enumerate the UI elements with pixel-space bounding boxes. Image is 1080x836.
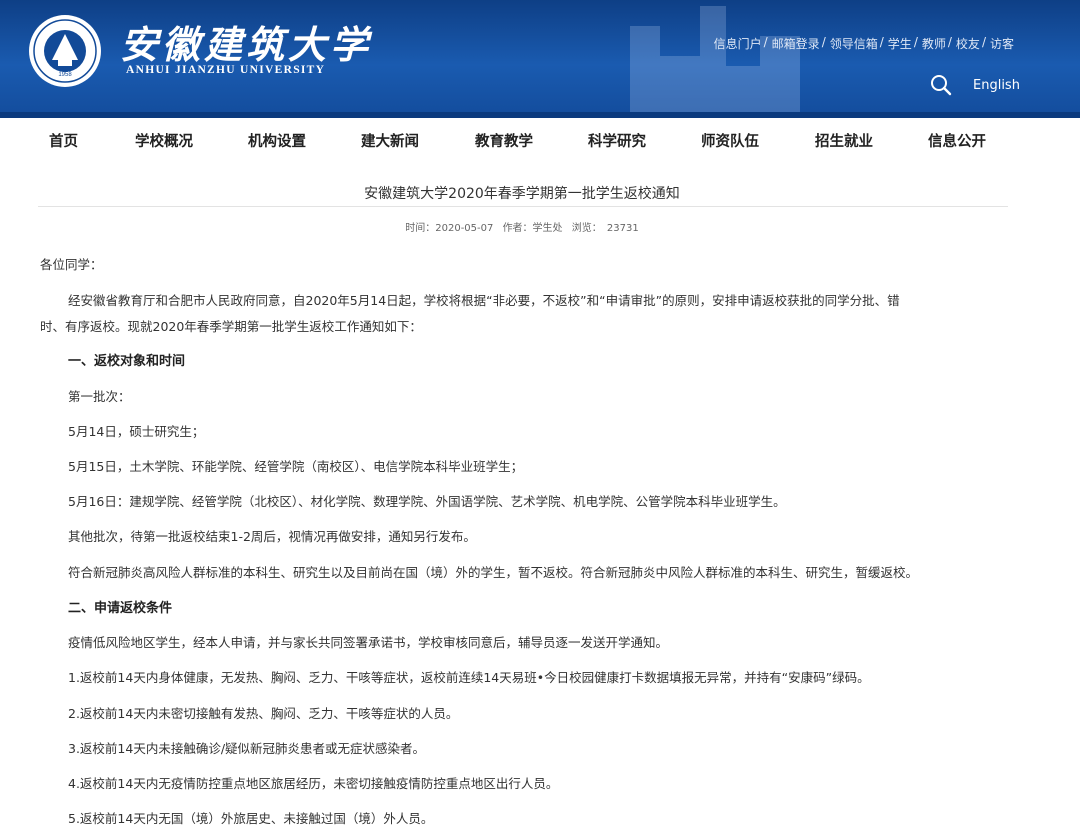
university-seal-icon[interactable]: 1958 — [28, 14, 102, 88]
nav-item-faculty[interactable]: 师资队伍 — [701, 130, 759, 151]
nav-item-public-info[interactable]: 信息公开 — [928, 130, 986, 151]
schedule-may14: 5月14日，硕士研究生； — [68, 424, 205, 439]
title-divider — [38, 206, 1008, 207]
condition-item: 2.返校前14天内未密切接触有发热、胸闷、乏力、干咳等症状的人员。 — [68, 706, 459, 721]
top-link-portal[interactable]: 信息门户 — [712, 35, 762, 52]
top-link-student[interactable]: 学生 — [886, 35, 912, 52]
section2-heading: 二、申请返校条件 — [68, 601, 173, 616]
nav-item-admissions[interactable]: 招生就业 — [815, 130, 873, 151]
nav-item-research[interactable]: 科学研究 — [588, 130, 646, 151]
search-icon[interactable] — [930, 74, 952, 96]
separator: / — [981, 35, 986, 49]
top-link-leader-mailbox[interactable]: 领导信箱 — [828, 35, 878, 52]
top-link-mail[interactable]: 邮箱登录 — [770, 35, 820, 52]
english-link[interactable]: English — [973, 78, 1020, 93]
campus-building-graphic — [630, 6, 800, 118]
nav-item-education[interactable]: 教育教学 — [475, 130, 533, 151]
site-header: 1958 安徽建筑大学 ANHUI JIANZHU UNIVERSITY 信息门… — [0, 0, 1080, 118]
top-links-bar: 信息门户 / 邮箱登录 / 领导信箱 / 学生 / 教师 / 校友 / 访客 — [712, 35, 1014, 52]
intro-paragraph-line2: 时、有序返校。现就2020年春季学期第一批学生返校工作通知如下： — [40, 319, 422, 334]
main-nav: 首页 学校概况 机构设置 建大新闻 教育教学 科学研究 师资队伍 招生就业 信息… — [0, 118, 1080, 160]
seal-year: 1958 — [58, 72, 72, 78]
condition-item: 5.返校前14天内无国（境）外旅居史、未接触过国（境）外人员。 — [68, 811, 434, 826]
top-link-alumni[interactable]: 校友 — [954, 35, 980, 52]
nav-item-news[interactable]: 建大新闻 — [361, 130, 419, 151]
schedule-may16: 5月16日：建规学院、经管学院（北校区）、材化学院、数理学院、外国语学院、艺术学… — [68, 494, 786, 509]
separator: / — [913, 35, 918, 49]
intro-paragraph-line1: 经安徽省教育厅和合肥市人民政府同意，自2020年5月14日起，学校将根据“非必要… — [68, 293, 900, 308]
condition-item: 1.返校前14天内身体健康，无发热、胸闷、乏力、干咳等症状，返校前连续14天易班… — [68, 670, 870, 685]
top-link-visitor[interactable]: 访客 — [988, 35, 1014, 52]
separator: / — [821, 35, 826, 49]
university-name-cn[interactable]: 安徽建筑大学 — [120, 14, 372, 69]
university-name-en: ANHUI JIANZHU UNIVERSITY — [126, 64, 326, 76]
article-title: 安徽建筑大学2020年春季学期第一批学生返校通知 — [364, 186, 680, 202]
other-batches: 其他批次，待第一批返校结束1-2周后，视情况再做安排，通知另行发布。 — [68, 529, 476, 544]
greeting: 各位同学： — [40, 257, 103, 272]
top-link-teacher[interactable]: 教师 — [920, 35, 946, 52]
separator: / — [947, 35, 952, 49]
high-risk-notice: 符合新冠肺炎高风险人群标准的本科生、研究生以及目前尚在国（境）外的学生，暂不返校… — [68, 565, 919, 580]
nav-item-home[interactable]: 首页 — [49, 130, 78, 151]
separator: / — [763, 35, 768, 49]
article-meta: 时间：2020-05-07 作者：学生处 浏览： 23731 — [0, 219, 1044, 234]
meta-views: 浏览： 23731 — [571, 223, 639, 234]
section1-heading: 一、返校对象和时间 — [68, 354, 186, 369]
nav-item-organization[interactable]: 机构设置 — [248, 130, 306, 151]
meta-author: 作者：学生处 — [502, 223, 563, 234]
nav-item-overview[interactable]: 学校概况 — [135, 130, 193, 151]
schedule-may15: 5月15日，土木学院、环能学院、经管学院（南校区）、电信学院本科毕业班学生； — [68, 459, 524, 474]
separator: / — [879, 35, 884, 49]
condition-intro: 疫情低风险地区学生，经本人申请，并与家长共同签署承诺书，学校审核同意后，辅导员逐… — [68, 635, 669, 650]
batch1-label: 第一批次： — [68, 389, 131, 404]
condition-item: 4.返校前14天内无疫情防控重点地区旅居经历，未密切接触疫情防控重点地区出行人员… — [68, 776, 559, 791]
meta-time: 时间：2020-05-07 — [405, 223, 494, 234]
condition-item: 3.返校前14天内未接触确诊/疑似新冠肺炎患者或无症状感染者。 — [68, 741, 426, 756]
